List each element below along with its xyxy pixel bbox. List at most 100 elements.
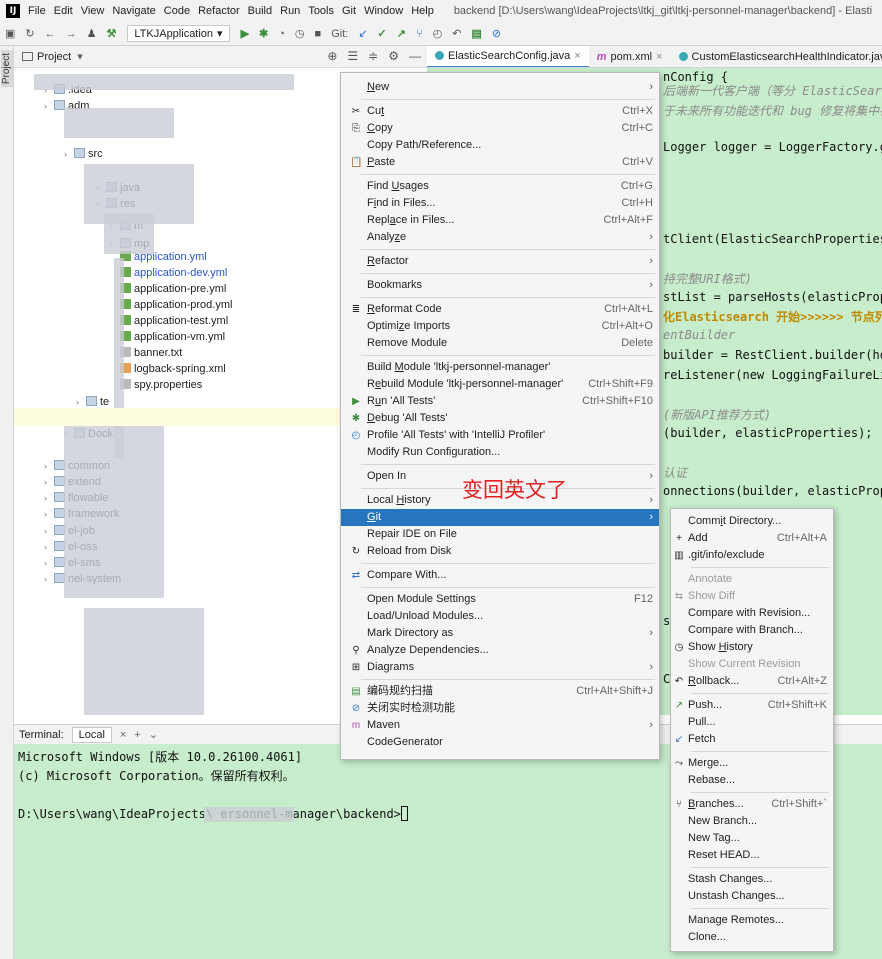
menu-item-push[interactable]: ↗ Push... Ctrl+Shift+K <box>671 697 833 714</box>
tree-row-application-dev-yml[interactable]: application-dev.yml <box>110 265 227 281</box>
menu-item-merge[interactable]: ⤳ Merge... <box>671 755 833 772</box>
menu-item-commit-directory[interactable]: Commit Directory... <box>671 513 833 530</box>
menu-item-find-in-files[interactable]: Find in Files... Ctrl+H <box>341 195 659 212</box>
menu-item-unstash-changes[interactable]: Unstash Changes... <box>671 888 833 905</box>
menu-item-branches[interactable]: ⑂ Branches... Ctrl+Shift+` <box>671 796 833 813</box>
profile-icon[interactable]: ◷ <box>295 27 305 40</box>
expand-arrow-icon[interactable]: › <box>44 506 54 522</box>
locate-icon[interactable]: ⊕ <box>327 49 337 63</box>
project-panel-title[interactable]: Project <box>37 51 71 63</box>
menu-item-mark-directory-as[interactable]: Mark Directory as › <box>341 625 659 642</box>
close-icon[interactable]: × <box>656 51 662 63</box>
menu-view[interactable]: View <box>81 5 105 17</box>
close-icon[interactable]: × <box>120 729 126 741</box>
menu-navigate[interactable]: Navigate <box>112 5 155 17</box>
expand-arrow-icon[interactable]: › <box>44 539 54 555</box>
tree-row-application-pre-yml[interactable]: application-pre.yml <box>110 281 226 297</box>
expand-arrow-icon[interactable]: › <box>44 458 54 474</box>
menu-item-rollback[interactable]: ↶ Rollback... Ctrl+Alt+Z <box>671 673 833 690</box>
menu-build[interactable]: Build <box>248 5 272 17</box>
menu-help[interactable]: Help <box>411 5 434 17</box>
menu-item-compare-with-branch[interactable]: Compare with Branch... <box>671 622 833 639</box>
tree-row-application-prod-yml[interactable]: application-prod.yml <box>110 297 232 313</box>
forward-icon[interactable]: → <box>66 28 77 40</box>
menu-item-reset-head[interactable]: Reset HEAD... <box>671 847 833 864</box>
menu-item-open-module-settings[interactable]: Open Module Settings F12 <box>341 591 659 608</box>
scan-toolbar-icon[interactable]: ▤ <box>471 27 481 40</box>
tree-row-logback-spring-xml[interactable]: logback-spring.xml <box>110 361 226 377</box>
menu-item-pull[interactable]: Pull... <box>671 714 833 731</box>
menu-item-manage-remotes[interactable]: Manage Remotes... <box>671 912 833 929</box>
expand-arrow-icon[interactable]: › <box>44 474 54 490</box>
menu-item-analyze-dependencies[interactable]: ⚲ Analyze Dependencies... <box>341 642 659 659</box>
git-commit-icon[interactable]: ✓ <box>378 27 387 40</box>
menu-item-fetch[interactable]: ↙ Fetch <box>671 731 833 748</box>
settings-icon[interactable]: ⚙ <box>388 49 399 63</box>
tree-row-application-vm-yml[interactable]: application-vm.yml <box>110 329 225 345</box>
menu-item-copy-path-reference[interactable]: Copy Path/Reference... <box>341 137 659 154</box>
menu-run[interactable]: Run <box>280 5 300 17</box>
terminal-tab-local[interactable]: Local <box>71 726 112 743</box>
menu-item-compare-with-revision[interactable]: Compare with Revision... <box>671 605 833 622</box>
git-branch-icon[interactable]: ⑂ <box>416 28 423 40</box>
menu-item-repair-ide-on-file[interactable]: Repair IDE on File <box>341 526 659 543</box>
menu-item-optimize-imports[interactable]: Optimize Imports Ctrl+Alt+O <box>341 318 659 335</box>
tree-row-src[interactable]: › src <box>64 146 103 162</box>
menu-item-item[interactable]: ▤ 编码规约扫描 Ctrl+Alt+Shift+J <box>341 683 659 700</box>
chevron-down-icon[interactable]: ▾ <box>77 50 83 63</box>
menu-item-git-info-exclude[interactable]: ▥ .git/info/exclude <box>671 547 833 564</box>
menu-item-bookmarks[interactable]: Bookmarks › <box>341 277 659 294</box>
expand-arrow-icon[interactable]: › <box>44 571 54 587</box>
menu-item-new[interactable]: New › <box>341 79 659 96</box>
menu-item-clone[interactable]: Clone... <box>671 929 833 946</box>
menu-item-new-tag[interactable]: New Tag... <box>671 830 833 847</box>
plus-icon[interactable]: + <box>134 729 140 741</box>
project-tool-button[interactable]: Project <box>1 50 13 88</box>
menu-item-rebuild-module-ltkj-personnel-manager[interactable]: Rebuild Module 'ltkj-personnel-manager' C… <box>341 376 659 393</box>
menu-item-remove-module[interactable]: Remove Module Delete <box>341 335 659 352</box>
menu-item-maven[interactable]: m Maven › <box>341 717 659 734</box>
hide-icon[interactable]: — <box>409 49 421 63</box>
menu-item-refactor[interactable]: Refactor › <box>341 253 659 270</box>
run-config-selector[interactable]: LTKJApplication ▾ <box>127 25 230 42</box>
menu-item-reload-from-disk[interactable]: ↻ Reload from Disk <box>341 543 659 560</box>
menu-item-replace-in-files[interactable]: Replace in Files... Ctrl+Alt+F <box>341 212 659 229</box>
menu-item-cut[interactable]: ✂ Cut Ctrl+X <box>341 103 659 120</box>
menu-item-modify-run-configuration[interactable]: Modify Run Configuration... <box>341 444 659 461</box>
expand-arrow-icon[interactable]: › <box>44 555 54 571</box>
editor-tab-elasticsearchconfig[interactable]: ElasticSearchConfig.java × <box>427 46 589 67</box>
collapse-all-icon[interactable]: ≑ <box>368 49 378 63</box>
user-icon[interactable]: ♟ <box>87 27 97 40</box>
menu-item-new-branch[interactable]: New Branch... <box>671 813 833 830</box>
menu-item-build-module-ltkj-personnel-manager[interactable]: Build Module 'ltkj-personnel-manager' <box>341 359 659 376</box>
tree-row-application-test-yml[interactable]: application-test.yml <box>110 313 228 329</box>
menu-item-analyze[interactable]: Analyze › <box>341 229 659 246</box>
menu-item-codegenerator[interactable]: CodeGenerator <box>341 734 659 751</box>
menu-item-debug-all-tests[interactable]: ✱ Debug 'All Tests' <box>341 410 659 427</box>
close-icon[interactable]: × <box>574 50 580 62</box>
menu-refactor[interactable]: Refactor <box>198 5 240 17</box>
stop-icon[interactable]: ■ <box>315 28 322 40</box>
sync-icon[interactable]: ↻ <box>25 27 34 40</box>
menu-item-compare-with[interactable]: ⇄ Compare With... <box>341 567 659 584</box>
menu-item-add[interactable]: + Add Ctrl+Alt+A <box>671 530 833 547</box>
menu-window[interactable]: Window <box>364 5 403 17</box>
menu-code[interactable]: Code <box>164 5 190 17</box>
menu-tools[interactable]: Tools <box>308 5 334 17</box>
menu-item-item[interactable]: ⊘ 关闭实时检测功能 <box>341 700 659 717</box>
git-push-icon[interactable]: ↗ <box>397 27 406 40</box>
run-icon[interactable]: ▶ <box>241 27 249 40</box>
menu-item-load-unload-modules[interactable]: Load/Unload Modules... <box>341 608 659 625</box>
git-history-icon[interactable]: ◴ <box>433 27 443 40</box>
menu-item-git[interactable]: Git › <box>341 509 659 526</box>
coverage-icon[interactable]: ◔ <box>278 28 285 40</box>
expand-arrow-icon[interactable]: › <box>64 146 74 162</box>
build-hammer-icon[interactable]: ⚒ <box>107 27 117 40</box>
git-rollback-icon[interactable]: ↶ <box>452 27 461 40</box>
back-icon[interactable]: ← <box>45 28 56 40</box>
menu-item-copy[interactable]: ⎘ Copy Ctrl+C <box>341 120 659 137</box>
menu-item-profile-all-tests-with-intellij-profiler[interactable]: ◴ Profile 'All Tests' with 'IntelliJ Prof… <box>341 427 659 444</box>
menu-item-find-usages[interactable]: Find Usages Ctrl+G <box>341 178 659 195</box>
menu-item-show-history[interactable]: ◷ Show History <box>671 639 833 656</box>
expand-arrow-icon[interactable]: › <box>44 523 54 539</box>
